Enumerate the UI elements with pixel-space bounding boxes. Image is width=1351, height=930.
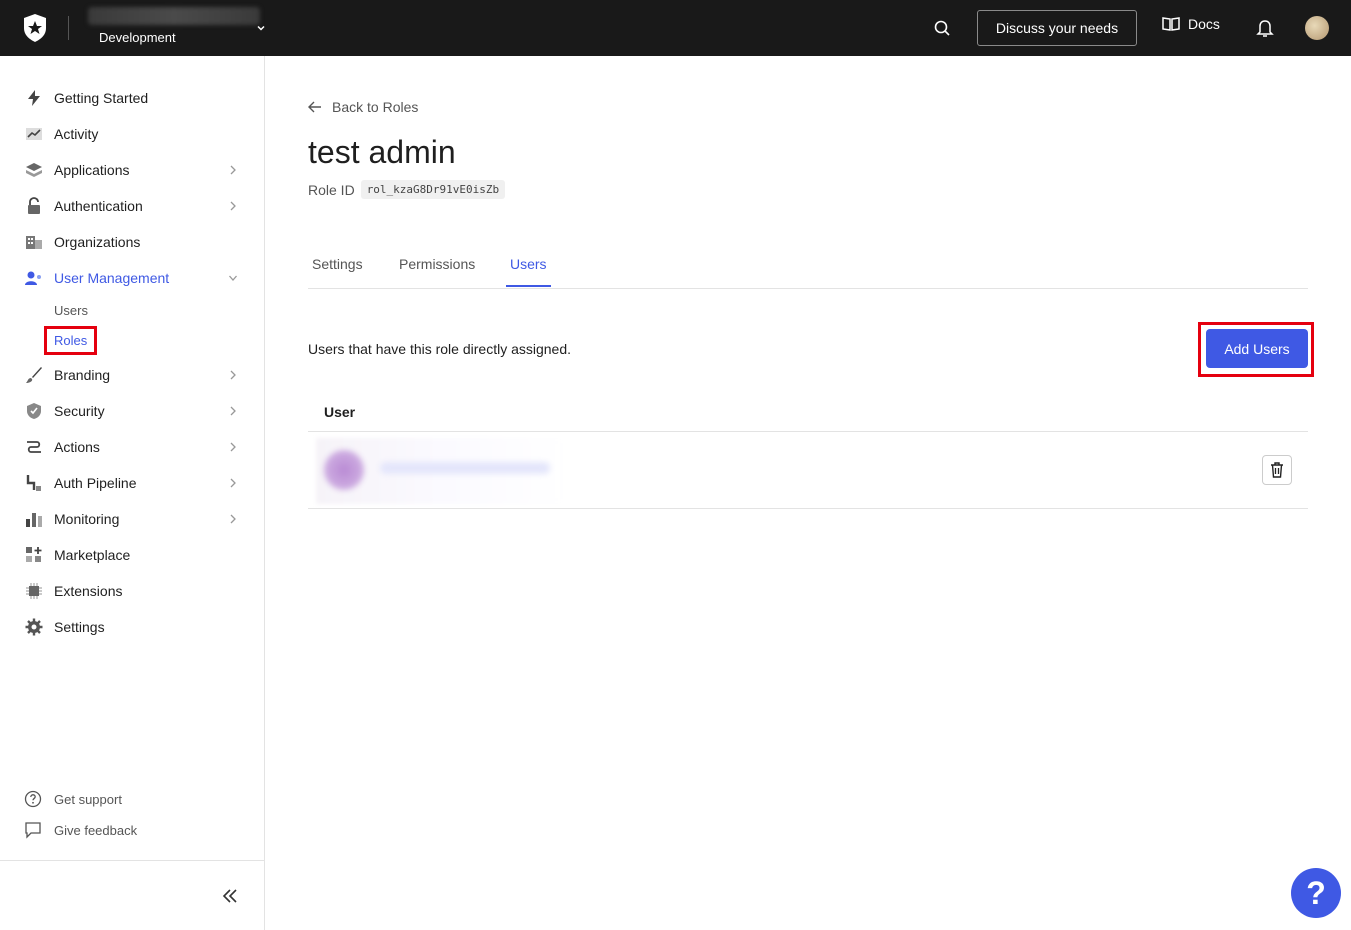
arrow-left-icon <box>308 101 321 113</box>
tab-bar: Settings Permissions Users <box>308 244 1308 289</box>
topbar-divider <box>68 16 69 40</box>
tab-permissions[interactable]: Permissions <box>399 256 475 285</box>
main-content: Back to Roles test admin Role ID rol_kza… <box>265 56 1351 930</box>
sidebar-item-label: Activity <box>54 126 99 142</box>
table-row[interactable] <box>308 432 1308 509</box>
sidebar-item-actions[interactable]: Actions <box>24 435 244 459</box>
sidebar-item-monitoring[interactable]: Monitoring <box>24 507 244 531</box>
assigned-description: Users that have this role directly assig… <box>308 341 572 357</box>
users-icon <box>24 268 44 288</box>
user-avatar[interactable] <box>1305 16 1329 40</box>
sidebar-item-applications[interactable]: Applications <box>24 158 244 182</box>
sidebar-item-label: Branding <box>54 367 111 383</box>
sidebar-item-label: User Management <box>54 270 170 286</box>
activity-icon <box>24 124 44 144</box>
role-id-value[interactable]: rol_kzaG8Dr91vE0isZb <box>360 180 506 199</box>
get-support-link[interactable]: Get support <box>24 790 122 808</box>
auth0-logo-icon[interactable] <box>22 14 48 42</box>
chip-icon <box>24 581 44 601</box>
lock-icon <box>24 196 44 216</box>
chevron-right-icon <box>230 370 236 380</box>
sidebar-item-extensions[interactable]: Extensions <box>24 579 244 603</box>
chevron-down-icon[interactable] <box>255 22 267 34</box>
chevron-right-icon <box>230 478 236 488</box>
sidebar-item-authentication[interactable]: Authentication <box>24 194 244 218</box>
top-bar: Development Discuss your needs Docs <box>0 0 1351 56</box>
sidebar-item-auth-pipeline[interactable]: Auth Pipeline <box>24 471 244 495</box>
sidebar-item-label: Extensions <box>54 583 123 599</box>
bar-chart-icon <box>24 509 44 529</box>
shield-icon <box>24 401 44 421</box>
sidebar-item-marketplace[interactable]: Marketplace <box>24 543 244 567</box>
roles-highlight-box <box>44 326 97 355</box>
sidebar-item-label: Marketplace <box>54 547 131 563</box>
sidebar-item-label: Monitoring <box>54 511 120 527</box>
user-name-redacted[interactable] <box>380 462 550 474</box>
sidebar-item-getting-started[interactable]: Getting Started <box>24 86 244 110</box>
tab-users[interactable]: Users <box>506 256 551 287</box>
role-id-row: Role ID rol_kzaG8Dr91vE0isZb <box>308 180 506 199</box>
give-feedback-label: Give feedback <box>54 822 138 838</box>
give-feedback-link[interactable]: Give feedback <box>24 821 137 839</box>
chevron-right-icon <box>230 442 236 452</box>
sidebar-item-label: Actions <box>54 439 100 455</box>
tenant-environment[interactable]: Development <box>99 30 176 45</box>
chevron-right-icon <box>230 201 236 211</box>
sidebar-item-label: Authentication <box>54 198 143 214</box>
sidebar-item-label: Security <box>54 403 105 419</box>
sidebar-item-label: Settings <box>54 619 105 635</box>
collapse-sidebar-icon[interactable] <box>220 886 240 906</box>
docs-link[interactable]: Docs <box>1162 16 1220 32</box>
chevron-right-icon <box>230 165 236 175</box>
discuss-needs-button[interactable]: Discuss your needs <box>977 10 1137 46</box>
sidebar-divider <box>0 860 265 861</box>
sidebar-item-label: Auth Pipeline <box>54 475 137 491</box>
back-to-roles-link[interactable]: Back to Roles <box>308 99 418 115</box>
question-mark-icon: ? <box>1306 874 1326 911</box>
page-title: test admin <box>308 134 456 170</box>
chevron-down-icon <box>229 275 237 281</box>
grid-plus-icon <box>24 545 44 565</box>
brush-icon <box>24 365 44 385</box>
search-icon[interactable] <box>932 18 952 38</box>
chat-bubble-icon <box>25 822 41 839</box>
add-users-highlight-box <box>1198 322 1314 377</box>
docs-label: Docs <box>1188 16 1220 32</box>
book-icon <box>1162 17 1180 31</box>
building-icon <box>24 232 44 252</box>
user-avatar-redacted <box>324 450 364 490</box>
back-label: Back to Roles <box>332 99 419 115</box>
table-header-user: User <box>308 396 1308 432</box>
help-circle-icon <box>24 790 42 808</box>
bolt-icon <box>24 88 44 108</box>
chevron-right-icon <box>230 514 236 524</box>
sidebar-subitem-users[interactable]: Users <box>54 303 88 318</box>
help-fab-button[interactable]: ? <box>1291 868 1341 918</box>
sidebar-item-security[interactable]: Security <box>24 399 244 423</box>
role-id-label: Role ID <box>308 181 355 198</box>
sidebar-item-settings[interactable]: Settings <box>24 615 244 639</box>
sidebar-item-label: Applications <box>54 162 130 178</box>
sidebar: Getting Started Activity Applications Au… <box>0 56 265 930</box>
sidebar-item-organizations[interactable]: Organizations <box>24 230 244 254</box>
users-table: User <box>308 396 1308 509</box>
tenant-name-redacted[interactable] <box>88 7 260 25</box>
sidebar-item-label: Getting Started <box>54 90 149 106</box>
remove-user-button[interactable] <box>1262 455 1292 485</box>
gear-icon <box>24 617 44 637</box>
sidebar-item-user-management[interactable]: User Management <box>24 266 244 290</box>
layers-icon <box>24 160 44 180</box>
tab-settings[interactable]: Settings <box>312 256 363 285</box>
pipeline-icon <box>24 473 44 493</box>
trash-icon <box>1271 462 1283 478</box>
sidebar-item-activity[interactable]: Activity <box>24 122 244 146</box>
get-support-label: Get support <box>54 791 122 807</box>
flow-icon <box>24 437 44 457</box>
bell-icon[interactable] <box>1256 18 1274 38</box>
chevron-right-icon <box>230 406 236 416</box>
sidebar-item-branding[interactable]: Branding <box>24 363 244 387</box>
sidebar-item-label: Organizations <box>54 234 141 250</box>
